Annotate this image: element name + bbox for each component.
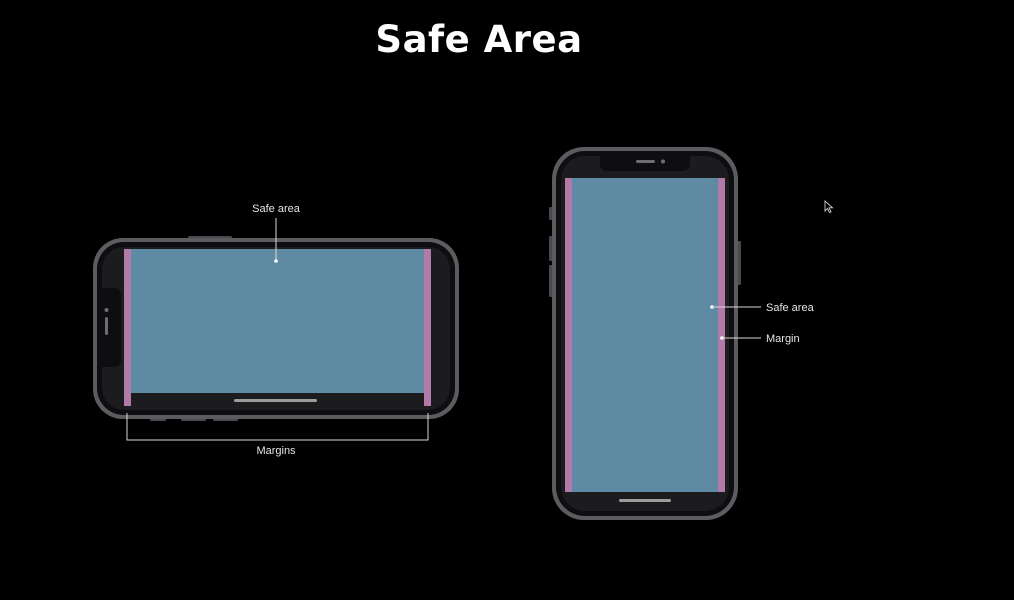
landscape-notch: [102, 288, 121, 367]
portrait-safe-area-label: Safe area: [766, 302, 815, 314]
portrait-safe-area: [572, 178, 718, 492]
portrait-margin-label: Margin: [766, 333, 800, 345]
portrait-notch: [600, 156, 690, 171]
portrait-right-margin: [718, 178, 725, 492]
safe-area-diagram: Safe area Margins Safe area Margin: [93, 147, 815, 520]
landscape-camera: [104, 308, 109, 312]
portrait-speaker: [636, 160, 655, 163]
landscape-safe-area-label: Safe area: [252, 203, 301, 215]
landscape-margins-label: Margins: [256, 445, 296, 457]
landscape-right-margin: [424, 249, 431, 406]
portrait-home-indicator: [619, 499, 671, 502]
landscape-left-margin: [124, 249, 131, 406]
mouse-cursor-icon: [824, 200, 834, 214]
landscape-speaker: [105, 317, 108, 335]
landscape-home-indicator: [234, 399, 317, 402]
portrait-camera: [661, 159, 665, 164]
portrait-phone: Safe area Margin: [549, 147, 815, 520]
diagram-canvas: Safe Area Safe area Margins Safe area Ma…: [0, 0, 1014, 600]
landscape-safe-area-callout-dot: [274, 259, 278, 263]
landscape-phone: Safe area Margins: [93, 203, 459, 457]
portrait-left-margin: [565, 178, 572, 492]
landscape-safe-area: [131, 249, 424, 393]
